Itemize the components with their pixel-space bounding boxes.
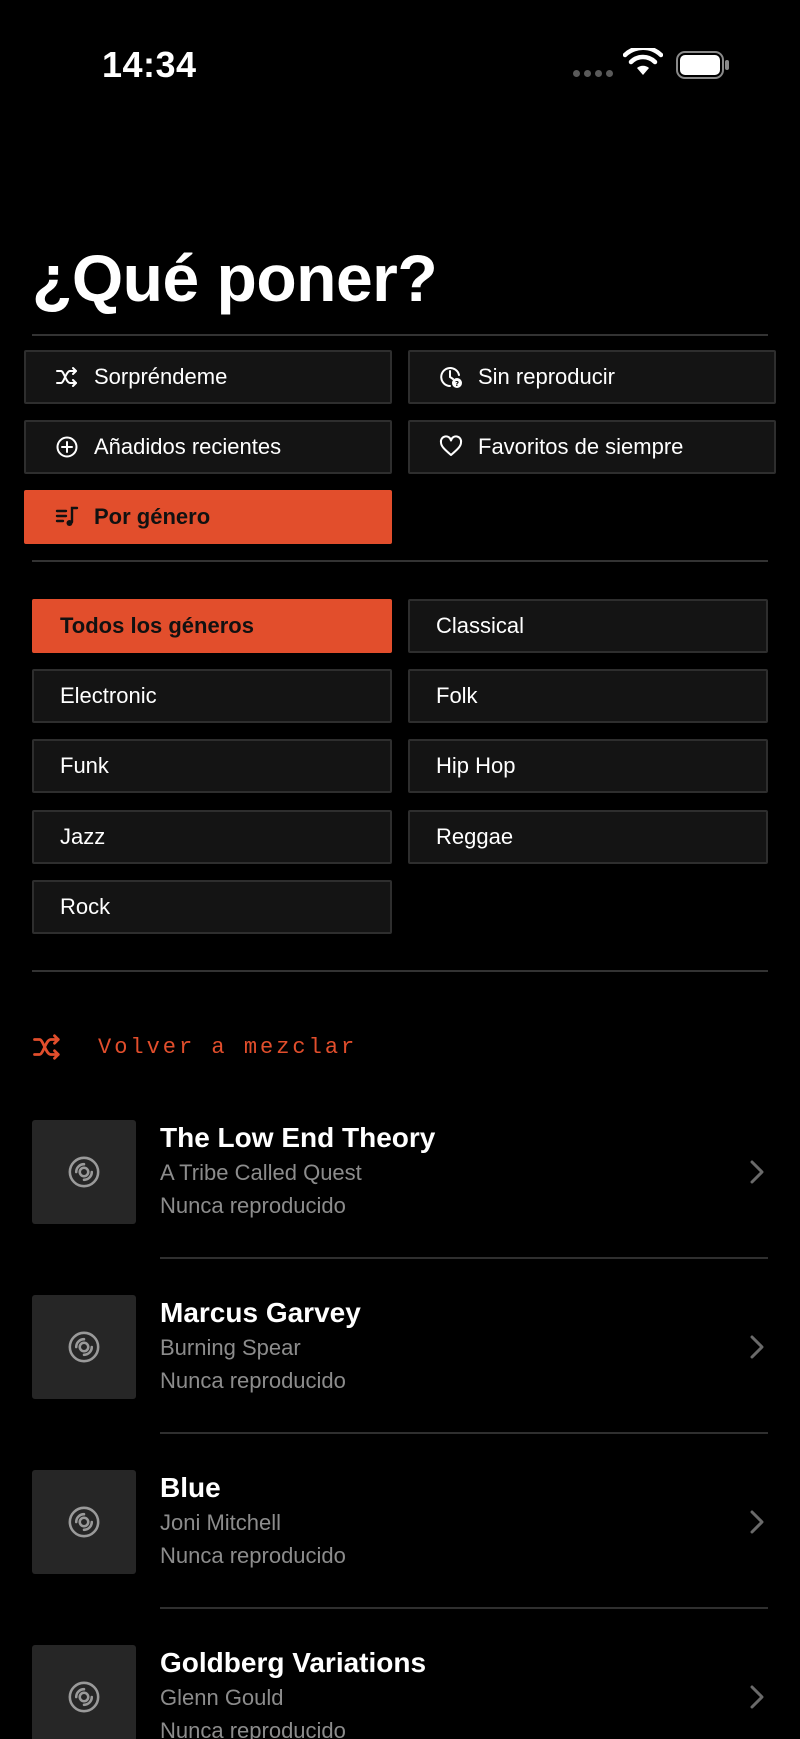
row-separator [160,1432,768,1434]
chevron-right-icon [750,1335,764,1359]
wifi-icon [623,48,663,75]
album-artist: Glenn Gould [160,1685,284,1710]
divider [32,560,768,562]
album-status: Nunca reproducido [160,1193,346,1218]
album-status: Nunca reproducido [160,1368,346,1393]
svg-text:?: ? [455,380,459,388]
status-bar: 14:34 [0,0,800,130]
chevron-right-icon [750,1510,764,1534]
disc-icon [68,1156,100,1188]
divider [32,970,768,972]
disc-icon [68,1331,100,1363]
genre-funk-button[interactable]: Funk [32,739,392,793]
page-title: ¿Qué poner? [32,241,438,315]
album-row[interactable]: The Low End Theory A Tribe Called Quest … [32,1120,768,1226]
album-status: Nunca reproducido [160,1543,346,1568]
chevron-right-icon [750,1685,764,1709]
row-separator [160,1257,768,1259]
album-status: Nunca reproducido [160,1718,346,1739]
genre-hiphop-button[interactable]: Hip Hop [408,739,768,793]
filter-by-genre-button[interactable]: Por género [24,490,392,544]
filter-label: Por género [94,504,211,529]
genre-jazz-button[interactable]: Jazz [32,810,392,864]
filter-label: Sin reproducir [478,364,615,389]
filter-label: Favoritos de siempre [478,434,684,459]
album-row[interactable]: Blue Joni Mitchell Nunca reproducido [32,1470,768,1576]
genre-all-button[interactable]: Todos los géneros [32,599,392,653]
album-row[interactable]: Marcus Garvey Burning Spear Nunca reprod… [32,1295,768,1401]
shuffle-icon [54,364,80,390]
disc-icon [68,1681,100,1713]
filter-label: Añadidos recientes [94,434,282,459]
filter-label: Sorpréndeme [94,364,228,389]
shuffle-icon [33,1034,60,1060]
album-cover [32,1120,136,1224]
status-time: 14:34 [102,44,197,85]
cellular-signal-icon [573,70,613,77]
filter-recent-button[interactable]: Añadidos recientes [24,420,392,474]
genre-reggae-button[interactable]: Reggae [408,810,768,864]
genre-electronic-button[interactable]: Electronic [32,669,392,723]
filter-surprise-button[interactable]: Sorpréndeme [24,350,392,404]
disc-icon [68,1506,100,1538]
heart-icon [438,434,464,460]
filter-unplayed-button[interactable]: ? Sin reproducir [408,350,776,404]
divider [32,334,768,336]
album-artist: Burning Spear [160,1335,301,1360]
clock-question-icon: ? [438,364,464,390]
album-title: Goldberg Variations [160,1647,427,1678]
album-cover [32,1470,136,1574]
music-list-icon [54,504,80,530]
genre-rock-button[interactable]: Rock [32,880,392,934]
album-cover [32,1295,136,1399]
reshuffle-label: Volver a mezclar [98,1034,358,1060]
filter-favorites-button[interactable]: Favoritos de siempre [408,420,776,474]
album-title: The Low End Theory [160,1122,436,1153]
album-title: Marcus Garvey [160,1297,361,1328]
album-artist: A Tribe Called Quest [160,1160,362,1185]
album-title: Blue [160,1472,221,1503]
plus-circle-icon [54,434,80,460]
genre-classical-button[interactable]: Classical [408,599,768,653]
album-cover [32,1645,136,1739]
album-artist: Joni Mitchell [160,1510,282,1535]
album-row[interactable]: Goldberg Variations Glenn Gould Nunca re… [32,1645,768,1739]
genre-folk-button[interactable]: Folk [408,669,768,723]
reshuffle-button[interactable]: Volver a mezclar [32,1032,357,1062]
chevron-right-icon [750,1160,764,1184]
battery-icon [676,51,729,79]
row-separator [160,1607,768,1609]
